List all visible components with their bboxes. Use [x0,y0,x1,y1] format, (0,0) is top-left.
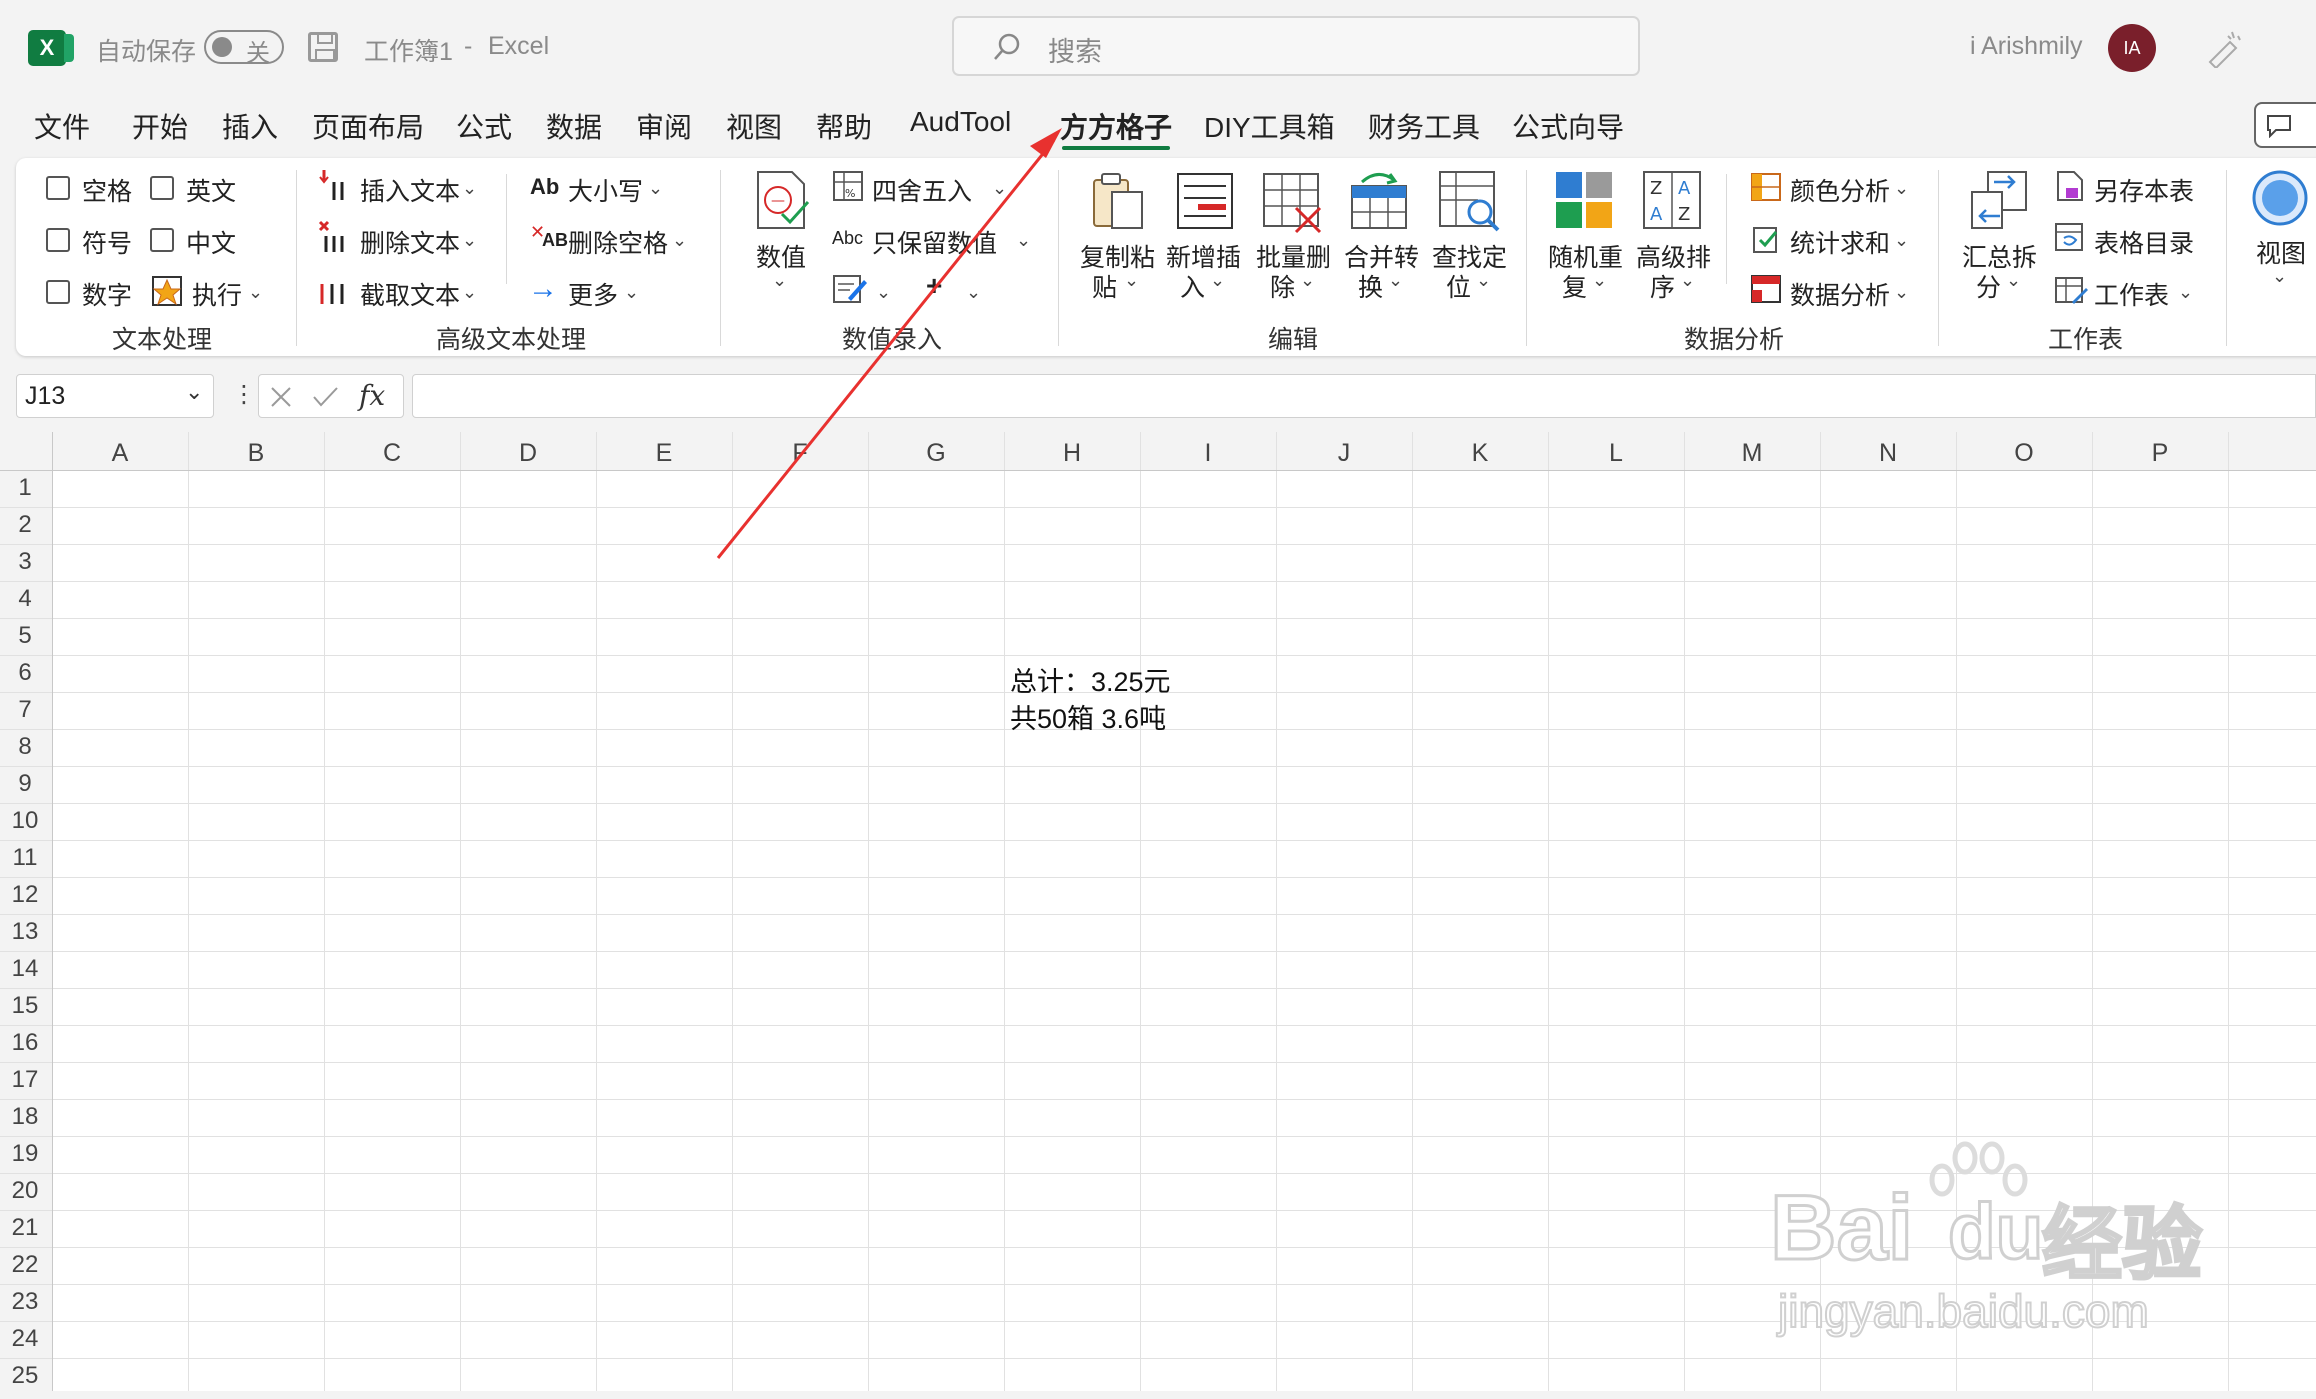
watermark-cn: 经验 [2041,1199,2204,1291]
watermark-brand2: du [1946,1186,2044,1277]
watermark-brand: Bai [1768,1176,1914,1281]
watermark-url: jingyan.baidu.com [1777,1284,2150,1338]
